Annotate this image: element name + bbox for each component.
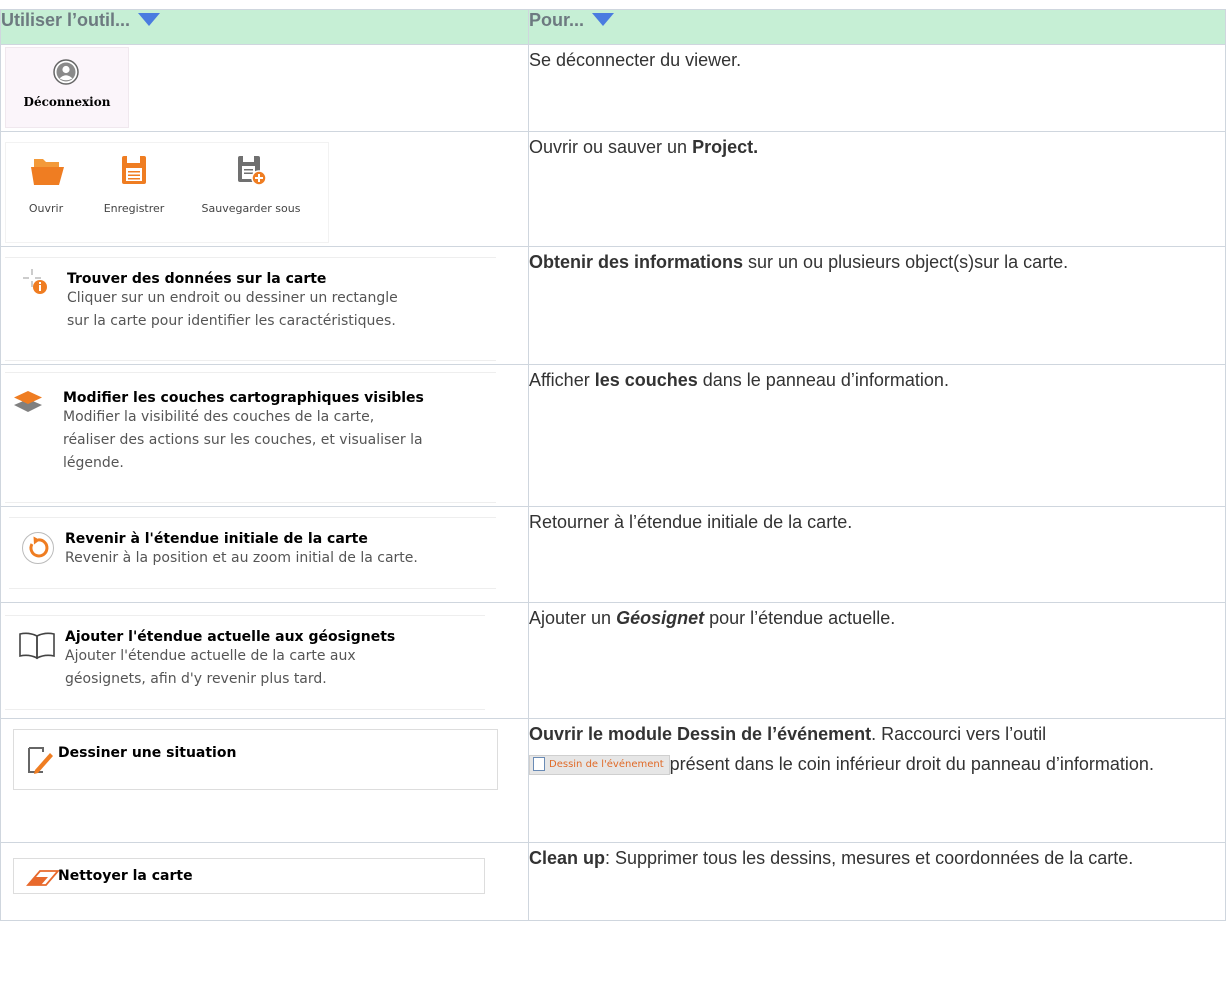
layers-tool[interactable]: Modifier les couches cartographiques vis… <box>5 372 496 503</box>
purpose-cell: Afficher les couches dans le panneau d’i… <box>528 364 1226 507</box>
draw-pencil-icon <box>28 747 53 774</box>
header-purpose-column[interactable]: Pour... <box>528 9 1226 45</box>
purpose-bold: les couches <box>594 370 698 390</box>
purpose-text: dans le panneau d’information. <box>697 370 949 390</box>
tool-cell: Ajouter l'étendue actuelle aux géosignet… <box>0 602 529 719</box>
header-tool-label: Utiliser l’outil... <box>1 10 131 30</box>
table-row: Revenir à l'étendue initiale de la carte… <box>0 506 1226 603</box>
tool-cell: Trouver des données sur la carte Cliquer… <box>0 246 529 365</box>
tool-description-line: Modifier la visibilité des couches de la… <box>63 409 375 425</box>
tool-cell: Déconnexion <box>0 44 529 132</box>
table-row: Nettoyer la carte Clean up: Supprimer to… <box>0 842 1226 921</box>
save-label: Enregistrer <box>103 202 165 215</box>
logout-button[interactable]: Déconnexion <box>5 47 129 128</box>
tool-title: Modifier les couches cartographiques vis… <box>63 390 424 406</box>
tool-title: Ajouter l'étendue actuelle aux géosignet… <box>65 629 396 645</box>
purpose-cell: Retourner à l’étendue initiale de la car… <box>528 506 1226 603</box>
layers-icon <box>14 391 42 412</box>
save-as-button[interactable]: Sauvegarder sous <box>196 153 306 215</box>
purpose-text: Ouvrir ou sauver un <box>529 137 693 157</box>
tools-table: Utiliser l’outil... Pour... Déconnexion … <box>0 9 1226 921</box>
event-drawing-tool-chip: Dessin de l'événement <box>529 755 670 776</box>
identify-text: Trouver des données sur la carte Cliquer… <box>67 271 398 333</box>
open-button[interactable]: Ouvrir <box>16 153 76 215</box>
tool-title: Dessiner une situation <box>58 745 237 761</box>
purpose-text: Se déconnecter du viewer. <box>529 50 742 70</box>
tool-cell: Nettoyer la carte <box>0 842 529 921</box>
document-icon <box>533 757 545 772</box>
purpose-bold: Obtenir des informations <box>529 252 744 272</box>
user-icon <box>53 59 79 85</box>
tool-description-line: réaliser des actions sur les couches, et… <box>63 432 423 448</box>
table-row: Modifier les couches cartographiques vis… <box>0 364 1226 507</box>
save-icon <box>122 156 146 184</box>
tool-cell: Ouvrir Enregistrer Sauvegarder sous <box>0 131 529 247</box>
eraser-icon <box>26 870 60 886</box>
purpose-text: Retourner à l’étendue initiale de la car… <box>529 512 853 532</box>
save-button[interactable]: Enregistrer <box>96 153 172 215</box>
tool-title: Nettoyer la carte <box>58 868 193 884</box>
purpose-cell: Ajouter un Géosignet pour l’étendue actu… <box>528 602 1226 719</box>
purpose-cell: Ouvrir ou sauver un Project. <box>528 131 1226 247</box>
tool-cell: Revenir à l'étendue initiale de la carte… <box>0 506 529 603</box>
purpose-text: . Raccourci vers l’outil <box>871 724 1047 744</box>
tool-title: Revenir à l'étendue initiale de la carte <box>65 531 368 547</box>
reset-extent-text: Revenir à l'étendue initiale de la carte… <box>65 531 418 570</box>
header-tool-column[interactable]: Utiliser l’outil... <box>0 9 529 45</box>
inline-tool-label: Dessin de l'événement <box>549 759 664 771</box>
identify-icon <box>23 269 47 294</box>
save-as-icon <box>238 156 267 186</box>
purpose-bold: Project. <box>692 137 759 157</box>
purpose-text: : Supprimer tous les dessins, mesures et… <box>605 848 1134 868</box>
bookmark-text: Ajouter l'étendue actuelle aux géosignet… <box>65 629 395 691</box>
tool-description-line: Cliquer sur un endroit ou dessiner un re… <box>67 290 398 306</box>
tool-cell: Modifier les couches cartographiques vis… <box>0 364 529 507</box>
purpose-cell: Clean up: Supprimer tous les dessins, me… <box>528 842 1226 921</box>
bookmark-tool[interactable]: Ajouter l'étendue actuelle aux géosignet… <box>5 615 485 710</box>
table-row: Ouvrir Enregistrer Sauvegarder sous Ouvr… <box>0 131 1226 247</box>
tool-title: Trouver des données sur la carte <box>67 271 327 287</box>
clean-text: Nettoyer la carte <box>58 868 193 884</box>
draw-tool[interactable]: Dessiner une situation <box>13 729 498 790</box>
tool-description-line: géosignets, afin d'y revenir plus tard. <box>65 671 327 687</box>
purpose-cell: Se déconnecter du viewer. <box>528 44 1226 132</box>
identify-tool[interactable]: Trouver des données sur la carte Cliquer… <box>5 257 496 361</box>
reset-extent-icon <box>22 532 54 564</box>
purpose-text: présent dans le coin inférieur droit du … <box>669 754 1154 774</box>
logout-label: Déconnexion <box>23 95 111 109</box>
filter-dropdown-icon[interactable] <box>592 12 615 26</box>
tool-description-line: Revenir à la position et au zoom initial… <box>65 550 418 566</box>
purpose-text: Afficher <box>529 370 595 390</box>
bookmark-book-icon <box>19 632 55 660</box>
table-row: Trouver des données sur la carte Cliquer… <box>0 246 1226 365</box>
purpose-bold: Clean up <box>529 848 606 868</box>
open-label: Ouvrir <box>28 202 64 215</box>
purpose-bold: Ouvrir le module Dessin de l’événement <box>529 724 872 744</box>
reset-extent-tool[interactable]: Revenir à l'étendue initiale de la carte… <box>9 517 496 589</box>
purpose-bold-italic: Géosignet <box>616 608 705 628</box>
folder-open-icon <box>31 159 64 185</box>
purpose-text: Ajouter un <box>529 608 617 628</box>
table-row: Ajouter l'étendue actuelle aux géosignet… <box>0 602 1226 719</box>
filter-dropdown-icon[interactable] <box>138 12 161 26</box>
purpose-text: sur un ou plusieurs object(s)sur la cart… <box>743 252 1069 272</box>
header-purpose-label: Pour... <box>529 10 585 30</box>
tool-description-line: légende. <box>63 455 124 471</box>
purpose-cell: Obtenir des informations sur un ou plusi… <box>528 246 1226 365</box>
purpose-text: pour l’étendue actuelle. <box>704 608 896 628</box>
clean-map-tool[interactable]: Nettoyer la carte <box>13 858 485 894</box>
save-as-label: Sauvegarder sous <box>201 202 301 215</box>
draw-text: Dessiner une situation <box>58 745 236 761</box>
tool-description-line: Ajouter l'étendue actuelle de la carte a… <box>65 648 356 664</box>
project-toolbar: Ouvrir Enregistrer Sauvegarder sous <box>5 142 329 243</box>
table-row: Déconnexion Se déconnecter du viewer. <box>0 44 1226 132</box>
purpose-cell: Ouvrir le module Dessin de l’événement. … <box>528 718 1226 843</box>
layers-text: Modifier les couches cartographiques vis… <box>63 390 424 475</box>
tool-cell: Dessiner une situation <box>0 718 529 843</box>
tool-description-line: sur la carte pour identifier les caracté… <box>67 313 396 329</box>
table-row: Dessiner une situation Ouvrir le module … <box>0 718 1226 843</box>
